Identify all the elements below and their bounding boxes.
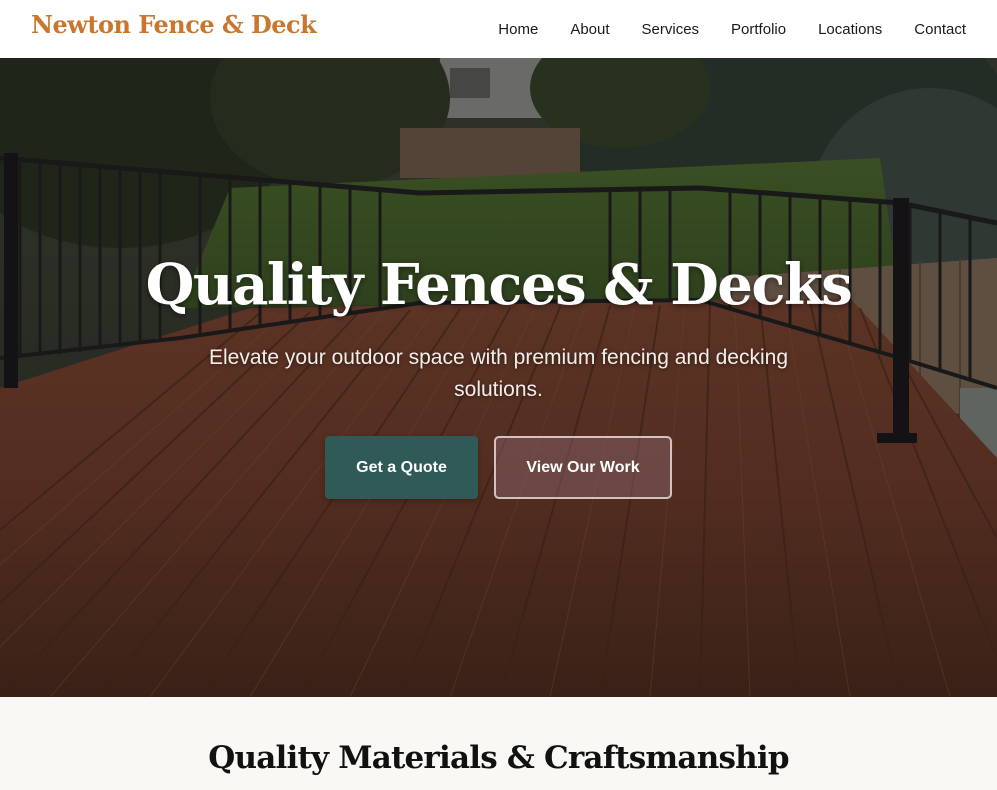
main-nav: Home About Services Portfolio Locations …: [466, 0, 966, 58]
nav-portfolio[interactable]: Portfolio: [731, 21, 786, 38]
nav-locations[interactable]: Locations: [818, 21, 882, 38]
get-quote-button[interactable]: Get a Quote: [325, 436, 478, 499]
view-work-button[interactable]: View Our Work: [494, 436, 672, 499]
hero-title: Quality Fences & Decks: [145, 252, 853, 318]
nav-services[interactable]: Services: [642, 21, 700, 38]
nav-home[interactable]: Home: [498, 21, 538, 38]
nav-contact[interactable]: Contact: [914, 21, 966, 38]
features-section-title: Quality Materials & Craftsmanship: [208, 740, 789, 776]
site-header: Newton Fence & Deck Home About Services …: [0, 0, 997, 58]
nav-about[interactable]: About: [570, 21, 609, 38]
hero-section: Quality Fences & Decks Elevate your outd…: [0, 58, 997, 697]
site-logo[interactable]: Newton Fence & Deck: [31, 10, 317, 39]
hero-subtitle: Elevate your outdoor space with premium …: [209, 346, 788, 401]
